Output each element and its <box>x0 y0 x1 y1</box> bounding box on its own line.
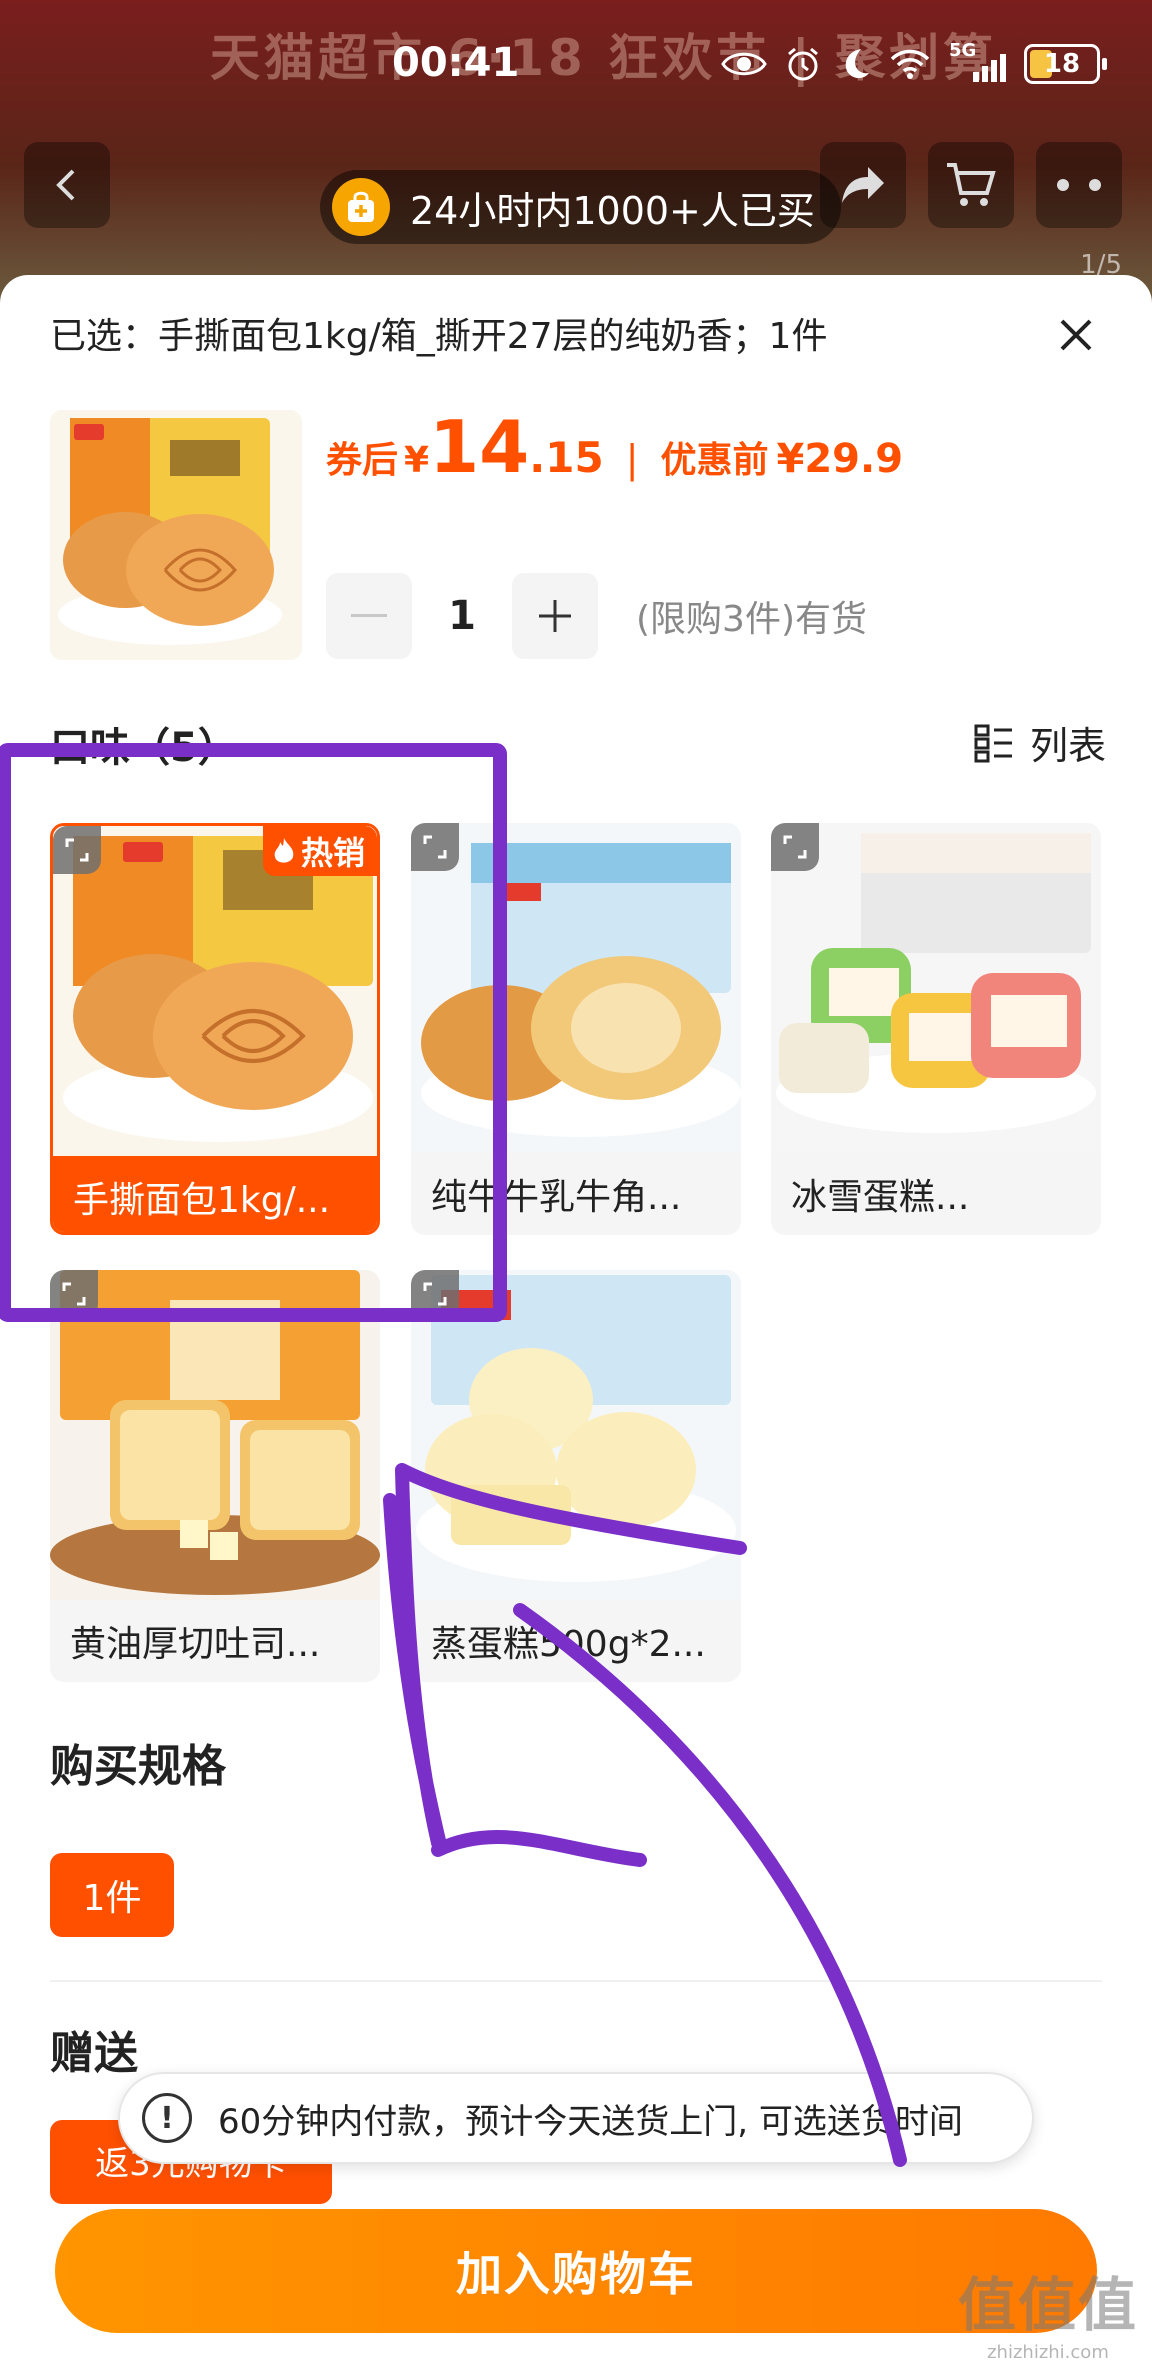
product-label: 蒸蛋糕500g*2... <box>431 1624 706 1665</box>
product-label: 冰雪蛋糕... <box>791 1177 970 1218</box>
expand-icon[interactable] <box>53 826 101 874</box>
decrement-button[interactable] <box>326 573 412 659</box>
original-price: ¥29.9 <box>776 436 904 482</box>
eye-icon <box>721 52 767 76</box>
status-icons: 5G 18 <box>721 40 1107 84</box>
list-view-toggle[interactable]: 列表 <box>974 715 1106 770</box>
quantity-stepper: 1 (限购3件)有货 <box>326 573 867 659</box>
flavor-card-snow-cake[interactable]: 冰雪蛋糕... <box>771 823 1101 1235</box>
selected-sku-text: 已选：手撕面包1kg/箱_撕开27层的纯奶香；1件 <box>50 316 828 357</box>
expand-icon[interactable] <box>771 823 819 871</box>
back-icon <box>56 169 75 201</box>
spec-option-chip[interactable]: 1件 <box>50 1853 174 1937</box>
buy-notice-text: 24小时内1000+人已买 <box>410 188 815 233</box>
list-icon <box>974 724 1012 762</box>
product-label: 手撕面包1kg/... <box>53 1156 377 1232</box>
product-image <box>411 1270 741 1600</box>
hot-sale-badge: 热销 <box>262 826 377 876</box>
watermark-logo: 值值值 <box>957 2271 1138 2339</box>
status-bar: 00:41 5G 18 <box>0 0 1152 120</box>
flavor-section-title: 口味（5） <box>50 725 238 771</box>
selected-product-thumbnail[interactable] <box>50 410 302 660</box>
delivery-toast: ! 60分钟内付款，预计今天送货上门, 可选送货时间 <box>118 2072 1034 2164</box>
wifi-icon <box>890 49 930 79</box>
flavor-card-croissant[interactable]: 纯牛牛乳牛角... <box>411 823 741 1235</box>
flavor-card-butter-toast[interactable]: 黄油厚切吐司... <box>50 1270 380 1682</box>
spec-section-title: 购买规格 <box>50 1741 226 1792</box>
close-button[interactable] <box>1046 305 1106 365</box>
info-icon: ! <box>142 2093 192 2143</box>
cart-icon <box>947 163 996 206</box>
currency-symbol: ¥ <box>404 440 430 481</box>
expand-icon[interactable] <box>411 823 459 871</box>
expand-icon[interactable] <box>50 1270 98 1318</box>
price-integer: 14 <box>429 405 530 489</box>
more-icon <box>1057 179 1101 191</box>
cart-icon-button[interactable] <box>928 142 1014 228</box>
sku-selector-sheet: 已选：手撕面包1kg/箱_撕开27层的纯奶香；1件 券后 ¥ 14 .15 | … <box>0 275 1152 2376</box>
share-icon <box>842 167 884 203</box>
watermark-domain: zhizhizhi.com <box>987 2342 1109 2363</box>
quantity-value[interactable]: 1 <box>412 593 512 639</box>
flame-icon <box>274 838 294 863</box>
battery-level: 18 <box>1043 49 1081 79</box>
expand-icon[interactable] <box>411 1270 459 1318</box>
coupon-price-label: 券后 <box>326 440 399 481</box>
flavor-card-hand-torn-bread[interactable]: 热销 手撕面包1kg/... <box>50 823 380 1235</box>
add-to-cart-button[interactable]: 加入购物车 <box>55 2209 1097 2333</box>
original-price-label: 优惠前 <box>660 440 769 481</box>
delivery-toast-text: 60分钟内付款，预计今天送货上门, 可选送货时间 <box>218 2101 963 2142</box>
battery-indicator: 18 <box>1024 44 1107 84</box>
product-image <box>50 1270 380 1600</box>
increment-button[interactable] <box>512 573 598 659</box>
moon-icon <box>845 49 869 79</box>
signal-indicator: 5G <box>949 40 1006 82</box>
gift-section-title: 赠送 <box>50 2028 138 2079</box>
price-separator: | <box>625 437 639 481</box>
shopping-bag-icon <box>332 178 390 236</box>
plus-icon <box>539 600 571 632</box>
hot-sale-label: 热销 <box>300 834 365 872</box>
divider <box>50 1980 1102 1982</box>
price-decimal: .15 <box>529 433 604 482</box>
close-icon <box>1060 319 1092 351</box>
alarm-icon <box>788 47 818 81</box>
stock-note: (限购3件)有货 <box>636 599 867 640</box>
back-button[interactable] <box>24 142 110 228</box>
flavor-card-steamed-cake[interactable]: 蒸蛋糕500g*2... <box>411 1270 741 1682</box>
site-watermark: 值值值 zhizhizhi.com <box>958 2258 1138 2363</box>
clock: 00:41 <box>392 40 520 86</box>
list-toggle-label: 列表 <box>1029 724 1106 768</box>
more-button[interactable] <box>1036 142 1122 228</box>
product-label: 纯牛牛乳牛角... <box>431 1177 682 1218</box>
product-image <box>411 823 741 1153</box>
product-label: 黄油厚切吐司... <box>70 1624 321 1665</box>
buy-notice: 24小时内1000+人已买 <box>320 170 841 244</box>
price-row: 券后 ¥ 14 .15 | 优惠前 ¥29.9 <box>326 405 903 489</box>
network-type: 5G <box>949 40 977 61</box>
minus-icon <box>351 614 387 617</box>
product-image <box>771 823 1101 1153</box>
